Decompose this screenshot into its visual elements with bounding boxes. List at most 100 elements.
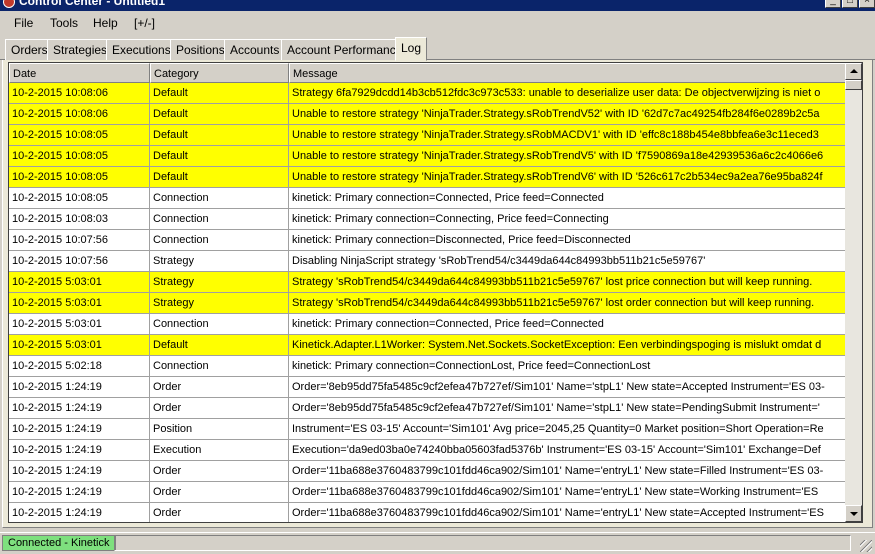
log-message-cell: Order='8eb95dd75fa5485c9cf2efea47b727ef/… xyxy=(292,381,825,393)
log-category-cell: Connection xyxy=(150,314,289,334)
resize-grip-icon[interactable] xyxy=(860,540,872,552)
log-message-cell: Order='8eb95dd75fa5485c9cf2efea47b727ef/… xyxy=(292,402,820,414)
log-category-cell: Strategy xyxy=(150,251,289,271)
log-category-cell: Default xyxy=(150,167,289,187)
log-message-cell: Order='11ba688e3760483799c101fdd46ca902/… xyxy=(292,507,824,519)
log-row[interactable]: 10-2-2015 10:08:03 Connection kinetick: Pr… xyxy=(9,209,847,230)
tab-account-performance[interactable]: Account Performance xyxy=(281,39,409,60)
app-icon xyxy=(3,0,15,8)
log-row[interactable]: 10-2-2015 1:24:19 Order Order='8eb95dd75fa… xyxy=(9,377,847,398)
log-date-cell: 10-2-2015 1:24:19 xyxy=(9,377,150,397)
log-category-cell: Order xyxy=(150,503,289,522)
log-row[interactable]: 10-2-2015 10:07:56 Strategy Disabling Ninj… xyxy=(9,251,847,272)
log-date-cell: 10-2-2015 10:07:56 xyxy=(9,230,150,250)
vertical-scrollbar[interactable] xyxy=(845,63,862,522)
log-date-cell: 10-2-2015 10:08:05 xyxy=(9,188,150,208)
log-row[interactable]: 10-2-2015 5:03:01 Strategy Strategy 'sRobT… xyxy=(9,272,847,293)
log-date-cell: 10-2-2015 5:02:18 xyxy=(9,356,150,376)
log-date-cell: 10-2-2015 5:03:01 xyxy=(9,272,150,292)
log-row[interactable]: 10-2-2015 5:02:18 Connection kinetick: Pri… xyxy=(9,356,847,377)
log-message-cell: Instrument='ES 03-15' Account='Sim101' A… xyxy=(292,423,824,435)
tab-strip: Orders Strategies Executions Positions A… xyxy=(0,37,875,61)
log-row[interactable]: 10-2-2015 1:24:19 Order Order='8eb95dd75fa… xyxy=(9,398,847,419)
log-row[interactable]: 10-2-2015 5:03:01 Connection kinetick: Pri… xyxy=(9,314,847,335)
log-message-cell: Unable to restore strategy 'NinjaTrader.… xyxy=(292,171,823,183)
tab-log[interactable]: Log xyxy=(395,37,428,61)
scroll-down-button[interactable] xyxy=(845,505,862,522)
log-row[interactable]: 10-2-2015 10:08:05 Default Unable to resto… xyxy=(9,167,847,188)
log-row[interactable]: 10-2-2015 5:03:01 Default Kinetick.Adapter… xyxy=(9,335,847,356)
menu-help[interactable]: Help xyxy=(93,16,118,30)
log-category-cell: Connection xyxy=(150,209,289,229)
log-row[interactable]: 10-2-2015 10:08:05 Connection kinetick: Pr… xyxy=(9,188,847,209)
log-message-cell: Disabling NinjaScript strategy 'sRobTren… xyxy=(292,255,706,267)
log-category-cell: Position xyxy=(150,419,289,439)
menu-tools[interactable]: Tools xyxy=(50,16,78,30)
column-header-date[interactable]: Date xyxy=(9,63,150,83)
close-button[interactable]: × xyxy=(859,0,875,8)
column-header-category[interactable]: Category xyxy=(150,63,289,83)
log-row[interactable]: 10-2-2015 10:08:06 Default Strategy 6fa792… xyxy=(9,83,847,104)
log-date-cell: 10-2-2015 10:08:03 xyxy=(9,209,150,229)
log-message-cell: Order='11ba688e3760483799c101fdd46ca902/… xyxy=(292,465,824,477)
tab-positions[interactable]: Positions xyxy=(170,39,231,60)
log-date-cell: 10-2-2015 1:24:19 xyxy=(9,398,150,418)
window-title: Control Center - Untitled1 xyxy=(19,0,165,8)
log-message-cell: kinetick: Primary connection=Disconnecte… xyxy=(292,234,631,246)
log-grid[interactable]: Date Category Message 10-2-2015 10:08:06… xyxy=(8,62,863,523)
tab-executions[interactable]: Executions xyxy=(106,39,177,60)
log-message-cell: kinetick: Primary connection=Connected, … xyxy=(292,192,604,204)
log-message-cell: Strategy 'sRobTrend54/c3449da644c84993bb… xyxy=(292,297,815,309)
log-date-cell: 10-2-2015 10:08:05 xyxy=(9,146,150,166)
log-date-cell: 10-2-2015 1:24:19 xyxy=(9,461,150,481)
arrow-down-icon xyxy=(850,512,858,516)
log-date-cell: 10-2-2015 1:24:19 xyxy=(9,503,150,522)
log-date-cell: 10-2-2015 10:08:05 xyxy=(9,167,150,187)
menu-file[interactable]: File xyxy=(14,16,33,30)
log-row[interactable]: 10-2-2015 5:03:01 Strategy Strategy 'sRobT… xyxy=(9,293,847,314)
log-date-cell: 10-2-2015 10:08:06 xyxy=(9,83,150,103)
log-row[interactable]: 10-2-2015 10:08:06 Default Unable to resto… xyxy=(9,104,847,125)
log-row[interactable]: 10-2-2015 10:07:56 Connection kinetick: Pr… xyxy=(9,230,847,251)
status-panel xyxy=(114,535,851,551)
log-category-cell: Execution xyxy=(150,440,289,460)
log-category-cell: Default xyxy=(150,125,289,145)
scroll-up-button[interactable] xyxy=(845,63,862,80)
tab-strategies[interactable]: Strategies xyxy=(47,39,114,60)
log-row[interactable]: 10-2-2015 10:08:05 Default Unable to resto… xyxy=(9,146,847,167)
log-date-cell: 10-2-2015 10:08:06 xyxy=(9,104,150,124)
maximize-button[interactable]: □ xyxy=(842,0,858,8)
log-date-cell: 10-2-2015 10:08:05 xyxy=(9,125,150,145)
log-category-cell: Default xyxy=(150,83,289,103)
column-header-message[interactable]: Message xyxy=(289,63,847,83)
log-date-cell: 10-2-2015 1:24:19 xyxy=(9,419,150,439)
log-message-cell: Kinetick.Adapter.L1Worker: System.Net.So… xyxy=(292,339,822,351)
log-row[interactable]: 10-2-2015 1:24:19 Position Instrument='ES … xyxy=(9,419,847,440)
log-row[interactable]: 10-2-2015 1:24:19 Execution Execution='da9… xyxy=(9,440,847,461)
log-category-cell: Connection xyxy=(150,230,289,250)
log-row[interactable]: 10-2-2015 1:24:19 Order Order='11ba688e376… xyxy=(9,482,847,503)
log-category-cell: Strategy xyxy=(150,293,289,313)
log-date-cell: 10-2-2015 10:07:56 xyxy=(9,251,150,271)
log-message-cell: Strategy 'sRobTrend54/c3449da644c84993bb… xyxy=(292,276,813,288)
log-category-cell: Connection xyxy=(150,188,289,208)
minimize-button[interactable]: _ xyxy=(825,0,841,8)
log-date-cell: 10-2-2015 1:24:19 xyxy=(9,482,150,502)
title-bar: Control Center - Untitled1 _ □ × xyxy=(0,0,875,11)
tab-accounts[interactable]: Accounts xyxy=(224,39,286,60)
scroll-thumb[interactable] xyxy=(845,80,862,90)
log-message-cell: kinetick: Primary connection=ConnectionL… xyxy=(292,360,651,372)
log-rows: 10-2-2015 10:08:06 Default Strategy 6fa792… xyxy=(9,83,847,522)
log-row[interactable]: 10-2-2015 10:08:05 Default Unable to resto… xyxy=(9,125,847,146)
log-row[interactable]: 10-2-2015 1:24:19 Order Order='11ba688e376… xyxy=(9,461,847,482)
log-message-cell: Execution='da9ed03ba0e74240bba05603fad53… xyxy=(292,444,821,456)
log-message-cell: Unable to restore strategy 'NinjaTrader.… xyxy=(292,150,824,162)
connection-status: Connected - Kinetick xyxy=(2,535,116,551)
log-row[interactable]: 10-2-2015 1:24:19 Order Order='11ba688e376… xyxy=(9,503,847,522)
log-category-cell: Default xyxy=(150,335,289,355)
menu-toggle[interactable]: [+/-] xyxy=(134,16,155,30)
log-date-cell: 10-2-2015 1:24:19 xyxy=(9,440,150,460)
menu-bar: File Tools Help [+/-] xyxy=(0,11,875,35)
log-category-cell: Order xyxy=(150,461,289,481)
log-message-cell: kinetick: Primary connection=Connecting,… xyxy=(292,213,609,225)
